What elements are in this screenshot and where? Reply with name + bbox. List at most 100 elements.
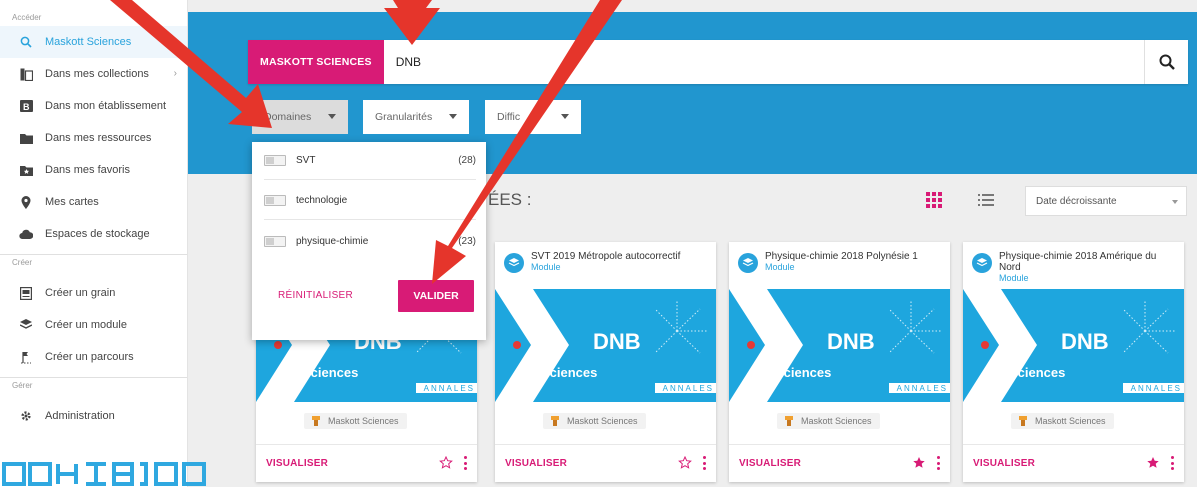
visualiser-button[interactable]: VISUALISER — [973, 458, 1035, 469]
more-vert-icon[interactable] — [1170, 456, 1174, 470]
source-icon — [551, 416, 559, 426]
thumbnail-subtitle: Sciences — [302, 365, 359, 380]
validate-button[interactable]: VALIDER — [398, 280, 474, 312]
card-source-badge: Maskott Sciences — [304, 413, 407, 429]
card-footer: VISUALISER — [963, 444, 1184, 482]
sidebar-item-maskott-sciences[interactable]: Maskott Sciences — [0, 26, 187, 58]
thumbnail-badge: ANNALES — [1130, 384, 1182, 393]
card-title[interactable]: SVT 2019 Métropole autocorrectif — [531, 251, 708, 262]
filter-label: Diffic — [497, 111, 521, 123]
search-button[interactable] — [1144, 40, 1188, 84]
star-filled-icon[interactable] — [1146, 456, 1160, 470]
filter-difficulte[interactable]: Diffic — [485, 100, 581, 134]
card-header: Physique-chimie 2018 Amérique du Nord Mo… — [963, 242, 1184, 289]
results-heading: ÉES : — [488, 190, 532, 209]
dropdown-option-technologie[interactable]: technologie — [264, 182, 476, 220]
path-icon — [19, 350, 33, 364]
sidebar-item-label: Dans mes ressources — [45, 132, 152, 144]
card-title[interactable]: Physique-chimie 2018 Polynésie 1 — [765, 251, 942, 262]
star-folder-icon — [19, 163, 33, 177]
sidebar-item-label: Administration — [45, 410, 115, 422]
sidebar-item-creer-parcours[interactable]: Créer un parcours — [0, 341, 187, 373]
more-vert-icon[interactable] — [936, 456, 940, 470]
section-title-gerer: Gérer — [12, 381, 33, 390]
map-pin-icon — [19, 195, 33, 209]
filter-granularites[interactable]: Granularités — [363, 100, 469, 134]
school-icon: B — [19, 99, 33, 113]
search-input[interactable] — [383, 40, 1144, 84]
resource-card: SVT 2019 Métropole autocorrectif Module … — [495, 242, 716, 482]
caret-down-icon — [1172, 200, 1178, 204]
card-thumbnail[interactable]: DNB Sciences ANNALES — [495, 289, 716, 402]
caret-down-icon — [561, 114, 569, 119]
module-icon — [504, 253, 524, 273]
toggle-switch[interactable] — [264, 235, 286, 247]
star-outline-icon[interactable] — [678, 456, 692, 470]
source-icon — [1019, 416, 1027, 426]
sidebar-item-cartes[interactable]: Mes cartes — [0, 186, 187, 218]
list-view-icon[interactable] — [978, 193, 994, 207]
thumbnail-badge: ANNALES — [662, 384, 714, 393]
sidebar-item-label: Espaces de stockage — [45, 228, 150, 240]
card-source-label: Maskott Sciences — [328, 416, 399, 426]
filter-domaines[interactable]: Domaines — [252, 100, 348, 134]
option-count: (28) — [458, 155, 476, 166]
visualiser-button[interactable]: VISUALISER — [505, 458, 567, 469]
sidebar-item-administration[interactable]: Administration — [0, 400, 187, 432]
reset-button[interactable]: RÉINITIALISER — [278, 290, 353, 301]
sidebar-item-etablissement[interactable]: B Dans mon établissement — [0, 90, 187, 122]
sort-select[interactable]: Date décroissante — [1025, 186, 1187, 216]
card-source-badge: Maskott Sciences — [543, 413, 646, 429]
card-type: Module — [531, 262, 561, 272]
sidebar-item-label: Maskott Sciences — [45, 36, 132, 48]
card-thumbnail[interactable]: DNB Sciences ANNALES — [729, 289, 950, 402]
grain-icon — [19, 286, 33, 300]
card-source-badge: Maskott Sciences — [777, 413, 880, 429]
star-filled-icon[interactable] — [912, 456, 926, 470]
sidebar-item-ressources[interactable]: Dans mes ressources — [0, 122, 187, 154]
card-thumbnail[interactable]: DNB Sciences ANNALES — [963, 289, 1184, 402]
option-count: (23) — [458, 235, 476, 247]
more-vert-icon[interactable] — [463, 456, 467, 470]
card-footer: VISUALISER — [495, 444, 716, 482]
sidebar: Accéder Maskott Sciences Dans mes collec… — [0, 0, 188, 487]
visualiser-button[interactable]: VISUALISER — [266, 458, 328, 469]
sidebar-item-stockage[interactable]: Espaces de stockage — [0, 218, 187, 250]
thumbnail-title: DNB — [1061, 329, 1109, 354]
star-outline-icon[interactable] — [439, 456, 453, 470]
sidebar-item-favoris[interactable]: Dans mes favoris — [0, 154, 187, 186]
toggle-switch[interactable] — [264, 195, 286, 206]
thumbnail-title: DNB — [827, 329, 875, 354]
dropdown-option-physique-chimie[interactable]: physique-chimie (23) — [264, 222, 476, 260]
card-source-badge: Maskott Sciences — [1011, 413, 1114, 429]
caret-down-icon — [449, 114, 457, 119]
option-label: physique-chimie — [296, 235, 369, 247]
more-vert-icon[interactable] — [702, 456, 706, 470]
sort-value: Date décroissante — [1036, 195, 1117, 207]
main-content: MASKOTT SCIENCES Domaines Granularités D… — [188, 0, 1197, 487]
filter-label: Granularités — [375, 111, 433, 123]
module-icon — [738, 253, 758, 273]
grid-view-icon[interactable] — [926, 192, 942, 208]
sidebar-item-collections[interactable]: Dans mes collections › — [0, 58, 187, 90]
search-scope-tag[interactable]: MASKOTT SCIENCES — [248, 40, 384, 84]
card-header: Physique-chimie 2018 Polynésie 1 Module — [729, 242, 950, 289]
resource-card: Physique-chimie 2018 Polynésie 1 Module … — [729, 242, 950, 482]
card-title[interactable]: Physique-chimie 2018 Amérique du Nord — [999, 251, 1176, 273]
visualiser-button[interactable]: VISUALISER — [739, 458, 801, 469]
svg-text:B: B — [23, 102, 30, 112]
section-title-acceder: Accéder — [12, 13, 42, 22]
dropdown-option-svt[interactable]: SVT (28) — [264, 142, 476, 180]
caret-down-icon — [328, 114, 336, 119]
card-type: Module — [999, 273, 1029, 283]
sidebar-item-creer-grain[interactable]: Créer un grain — [0, 277, 187, 309]
thumbnail-subtitle: Sciences — [1009, 365, 1066, 380]
thumbnail-subtitle: Sciences — [541, 365, 598, 380]
chevron-right-icon: › — [173, 68, 177, 79]
filter-label: Domaines — [264, 111, 312, 123]
sidebar-item-creer-module[interactable]: Créer un module — [0, 309, 187, 341]
toggle-switch[interactable] — [264, 155, 286, 166]
resource-card: Physique-chimie 2018 Amérique du Nord Mo… — [963, 242, 1184, 482]
sidebar-item-label: Mes cartes — [45, 196, 99, 208]
sidebar-item-label: Créer un grain — [45, 287, 116, 299]
